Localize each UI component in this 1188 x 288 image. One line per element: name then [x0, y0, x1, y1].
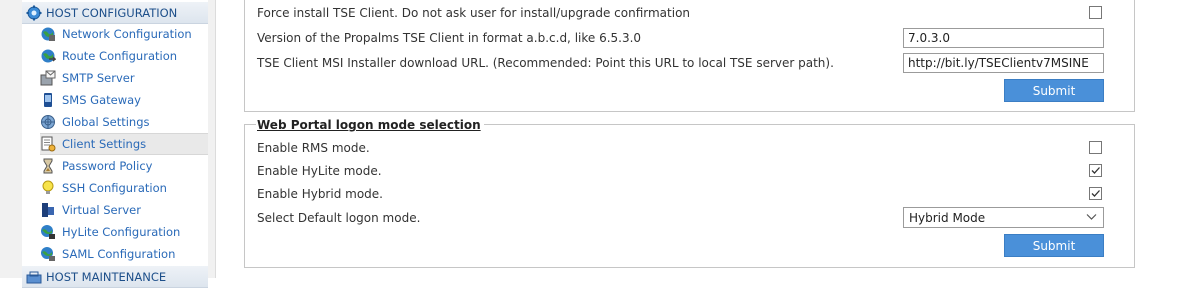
section-host-maintenance[interactable]: HOST MAINTENANCE [22, 266, 208, 288]
gear-icon [26, 5, 42, 20]
lightbulb-icon [42, 180, 54, 194]
globe-settings-icon [41, 115, 55, 129]
sidebar-item-hylite-configuration[interactable]: HyLite Configuration [40, 221, 208, 243]
hourglass-icon [43, 158, 53, 174]
sidebar-item-label: Virtual Server [62, 203, 141, 217]
sidebar-item-saml-configuration[interactable]: SAML Configuration [40, 243, 208, 265]
sidebar-item-label: Global Settings [62, 115, 150, 129]
rms-mode-label: Enable RMS mode. [257, 141, 370, 155]
sidebar-item-global-settings[interactable]: Global Settings [40, 111, 208, 133]
sidebar-item-sms-gateway[interactable]: SMS Gateway [40, 89, 208, 111]
web-portal-legend: Web Portal logon mode selection [256, 118, 484, 132]
globe-route-icon [41, 49, 56, 63]
client-version-input[interactable] [903, 28, 1104, 48]
globe-lock-icon [41, 247, 55, 261]
checkmark-icon [1091, 167, 1100, 174]
msi-url-input[interactable] [903, 53, 1104, 73]
sidebar-item-route-configuration[interactable]: Route Configuration [40, 45, 208, 67]
globe-key-icon [41, 225, 55, 239]
hylite-mode-checkbox[interactable] [1089, 164, 1102, 177]
sidebar-item-label: Password Policy [62, 159, 153, 173]
sidebar-item-label: SAML Configuration [62, 247, 176, 261]
sidebar-item-label: Network Configuration [62, 27, 192, 41]
document-settings-icon [41, 136, 56, 152]
sidebar-item-label: SMS Gateway [62, 93, 141, 107]
sidebar-item-network-configuration[interactable]: Network Configuration [40, 23, 208, 45]
sidebar-item-password-policy[interactable]: Password Policy [40, 155, 208, 177]
rms-mode-checkbox[interactable] [1089, 141, 1102, 154]
phone-icon [44, 93, 52, 107]
sidebar-item-label: Route Configuration [62, 49, 178, 63]
sidebar-item-smtp-server[interactable]: SMTP Server [40, 67, 208, 89]
web-portal-submit-button[interactable]: Submit [1004, 234, 1104, 257]
hybrid-mode-checkbox[interactable] [1089, 187, 1102, 200]
checkmark-icon [1091, 190, 1100, 197]
default-logon-mode-value: Hybrid Mode [909, 210, 986, 225]
sidebar-item-ssh-configuration[interactable]: SSH Configuration [40, 177, 208, 199]
client-version-label: Version of the Propalms TSE Client in fo… [257, 31, 642, 45]
mail-server-icon [40, 70, 56, 86]
sidebar-item-label: SSH Configuration [62, 181, 167, 195]
default-logon-mode-select[interactable]: Hybrid Mode [903, 207, 1104, 228]
section-host-configuration[interactable]: HOST CONFIGURATION [22, 2, 208, 24]
force-install-label: Force install TSE Client. Do not ask use… [257, 6, 691, 20]
section-host-maintenance-label: HOST MAINTENANCE [46, 269, 167, 284]
sidebar-item-client-settings[interactable]: Client Settings [40, 133, 208, 155]
section-host-configuration-label: HOST CONFIGURATION [46, 5, 178, 20]
default-logon-mode-label: Select Default logon mode. [257, 211, 421, 225]
server-icon [42, 203, 54, 217]
sidebar-item-label: SMTP Server [62, 71, 135, 85]
sidebar-item-label: HyLite Configuration [62, 225, 181, 239]
globe-network-icon [41, 27, 55, 41]
chevron-down-icon [1086, 214, 1097, 220]
tools-icon [26, 271, 42, 283]
sidebar-item-virtual-server[interactable]: Virtual Server [40, 199, 208, 221]
tse-client-submit-button[interactable]: Submit [1004, 79, 1104, 102]
force-install-checkbox[interactable] [1089, 6, 1102, 19]
hybrid-mode-label: Enable Hybrid mode. [257, 187, 383, 201]
msi-url-label: TSE Client MSI Installer download URL. (… [257, 56, 834, 70]
sidebar-item-label: Client Settings [62, 137, 147, 151]
hylite-mode-label: Enable HyLite mode. [257, 164, 382, 178]
